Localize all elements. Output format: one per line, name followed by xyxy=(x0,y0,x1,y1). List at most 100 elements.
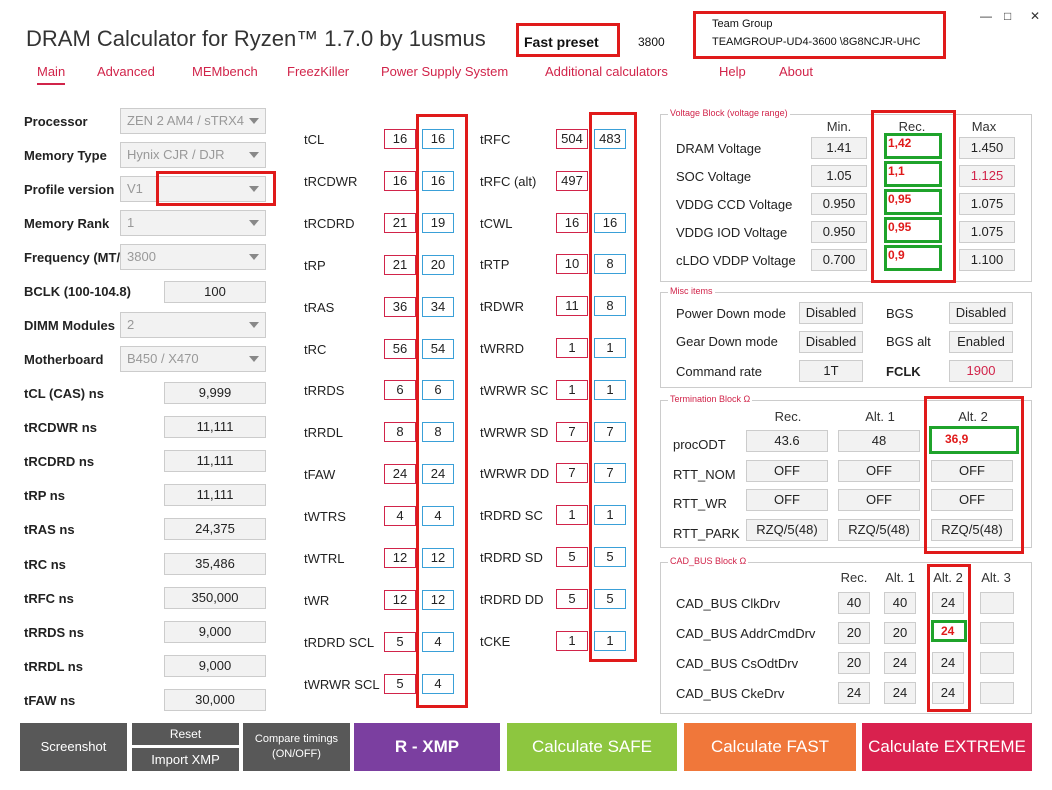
timing-label: tWTRL xyxy=(304,551,345,566)
timing-value-rec: 56 xyxy=(384,338,416,359)
ns-label: tRCDWR ns xyxy=(24,420,97,436)
timings-annotation-left xyxy=(416,114,468,708)
profile-version-label: Profile version xyxy=(24,182,115,197)
timing-value-rec: 12 xyxy=(384,589,416,610)
command-rate-value[interactable]: 1T xyxy=(799,360,863,382)
preset-label: Fast preset xyxy=(524,34,599,50)
ns-label: tRAS ns xyxy=(24,522,75,538)
timing-value-rec: 11 xyxy=(556,296,588,317)
timing-label: tWTRS xyxy=(304,509,346,525)
ns-value: 9,999 xyxy=(164,382,266,404)
ns-label: tCL (CAS) ns xyxy=(24,386,104,401)
voltage-row-label: VDDG IOD Voltage xyxy=(676,225,788,240)
bgs-alt-value[interactable]: Enabled xyxy=(949,331,1013,353)
ns-label: tRRDS ns xyxy=(24,624,84,640)
rxmp-button[interactable]: R - XMP xyxy=(354,723,500,771)
timing-label: tRC xyxy=(304,341,327,357)
ns-label: tRCDRD ns xyxy=(24,454,95,470)
voltage-row-label: DRAM Voltage xyxy=(676,141,762,156)
cadbus-alt1: 24 xyxy=(884,652,916,674)
command-rate-label: Command rate xyxy=(676,364,762,379)
tab-power-supply-system[interactable]: Power Supply System xyxy=(381,64,508,79)
timing-value-rec: 36 xyxy=(384,296,416,317)
ns-label: tRRDL ns xyxy=(24,658,83,674)
tab-help[interactable]: Help xyxy=(719,64,746,79)
ns-value: 24,375 xyxy=(164,518,266,541)
cadbus-alt1: 40 xyxy=(884,592,916,614)
power-down-label: Power Down mode xyxy=(676,306,786,321)
chevron-down-icon xyxy=(249,152,259,158)
timing-value-rec: 497 xyxy=(556,170,588,191)
calculate-extreme-button[interactable]: Calculate EXTREME xyxy=(862,723,1032,771)
minimize-icon[interactable]: — xyxy=(980,9,992,23)
termination-row-label: procODT xyxy=(673,437,726,452)
termination-alt2-annotation xyxy=(924,396,1024,554)
bgs-label: BGS xyxy=(886,306,914,321)
timings-annotation-right xyxy=(589,112,637,662)
timing-value-rec: 1 xyxy=(556,505,588,526)
termination-rec: OFF xyxy=(746,489,828,511)
termination-alt1: RZQ/5(48) xyxy=(838,518,920,541)
timing-label: tCKE xyxy=(480,633,511,649)
motherboard-select[interactable]: B450 / X470 xyxy=(120,346,266,372)
screenshot-button[interactable]: Screenshot xyxy=(20,723,127,771)
power-down-value[interactable]: Disabled xyxy=(799,302,863,324)
close-icon[interactable]: ✕ xyxy=(1030,9,1040,23)
timing-label: tRCDRD xyxy=(304,215,355,231)
voltage-max: 1.075 xyxy=(959,193,1015,215)
motherboard-label: Motherboard xyxy=(24,352,104,367)
gear-down-label: Gear Down mode xyxy=(676,334,778,349)
timing-value-rec: 5 xyxy=(384,673,416,694)
timing-value-rec: 4 xyxy=(384,506,416,527)
tab-freezkiller[interactable]: FreezKiller xyxy=(287,64,349,79)
timing-value-rec: 16 xyxy=(556,212,588,233)
voltage-max: 1.075 xyxy=(959,221,1015,243)
timing-label: tRDRD DD xyxy=(480,591,544,607)
cadbus-row-label: CAD_BUS CkeDrv xyxy=(676,686,785,701)
tab-additional-calculators[interactable]: Additional calculators xyxy=(545,64,668,79)
fclk-value[interactable]: 1900 xyxy=(949,360,1013,382)
calculate-safe-button[interactable]: Calculate SAFE xyxy=(507,723,677,771)
tab-membench[interactable]: MEMbench xyxy=(192,64,258,79)
import-xmp-button[interactable]: Import XMP xyxy=(132,748,239,771)
gear-down-value[interactable]: Disabled xyxy=(799,331,863,353)
cadbus-header: Alt. 3 xyxy=(981,570,1011,585)
termination-title: Termination Block Ω xyxy=(668,394,753,404)
timing-value-rec: 1 xyxy=(556,338,588,358)
termination-row-label: RTT_WR xyxy=(673,496,727,511)
tab-main[interactable]: Main xyxy=(37,64,66,85)
frequency-select[interactable]: 3800 xyxy=(120,244,266,270)
timing-label: tFAW xyxy=(304,467,336,483)
termination-alt1: 48 xyxy=(838,430,920,452)
ns-value: 9,000 xyxy=(164,654,266,677)
timing-label: tRFC (alt) xyxy=(480,173,537,189)
memory-type-select[interactable]: Hynix CJR / DJR xyxy=(120,142,266,168)
speed-label: 3800 xyxy=(638,35,665,49)
dimm-modules-select[interactable]: 2 xyxy=(120,312,266,338)
compare-timings-button[interactable]: Compare timings (ON/OFF) xyxy=(243,723,350,771)
ns-label: tRFC ns xyxy=(24,590,74,606)
termination-rec: 43.6 xyxy=(746,430,828,452)
tab-advanced[interactable]: Advanced xyxy=(97,64,155,79)
calculate-fast-button[interactable]: Calculate FAST xyxy=(684,723,856,771)
timing-label: tWRWR DD xyxy=(480,466,550,482)
maximize-icon[interactable]: □ xyxy=(1004,9,1011,23)
cadbus-alt1: 20 xyxy=(884,622,916,644)
voltage-row-label: SOC Voltage xyxy=(676,169,752,184)
tab-about[interactable]: About xyxy=(779,64,813,79)
cadbus-rec: 20 xyxy=(838,652,870,674)
ns-value: 11,111 xyxy=(164,450,266,473)
bgs-value[interactable]: Disabled xyxy=(949,302,1013,324)
termination-row-label: RTT_PARK xyxy=(673,525,740,541)
timing-label: tWRWR SC xyxy=(480,382,549,398)
timing-label: tWRWR SD xyxy=(480,424,549,440)
reset-button[interactable]: Reset xyxy=(132,723,239,745)
cadbus-rec: 20 xyxy=(838,622,870,644)
termination-rec: RZQ/5(48) xyxy=(746,518,828,541)
bclk-input[interactable]: 100 xyxy=(164,281,266,303)
timing-value-rec: 1 xyxy=(556,379,588,400)
memory-rank-select[interactable]: 1 xyxy=(120,210,266,236)
timing-value-rec: 12 xyxy=(384,548,416,568)
processor-select[interactable]: ZEN 2 AM4 / sTRX4 xyxy=(120,108,266,134)
termination-rec: OFF xyxy=(746,459,828,482)
